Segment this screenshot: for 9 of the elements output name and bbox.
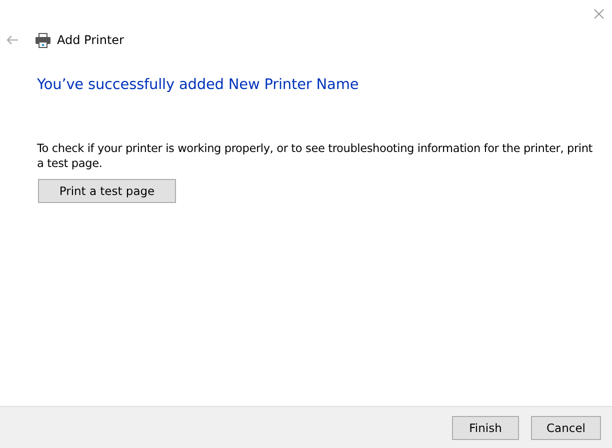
printer-icon [35, 32, 51, 48]
cancel-button[interactable]: Cancel [531, 416, 601, 440]
print-test-page-button[interactable]: Print a test page [38, 179, 176, 203]
description-text: To check if your printer is working properly, or to see troubleshooting information for the printer, print a test page. [37, 141, 594, 171]
back-arrow-icon[interactable] [6, 35, 18, 45]
window-title: Add Printer [57, 33, 124, 47]
success-heading: You’ve successfully added New Printer Name [37, 77, 359, 93]
finish-button[interactable]: Finish [452, 416, 519, 440]
close-icon[interactable] [594, 9, 604, 19]
